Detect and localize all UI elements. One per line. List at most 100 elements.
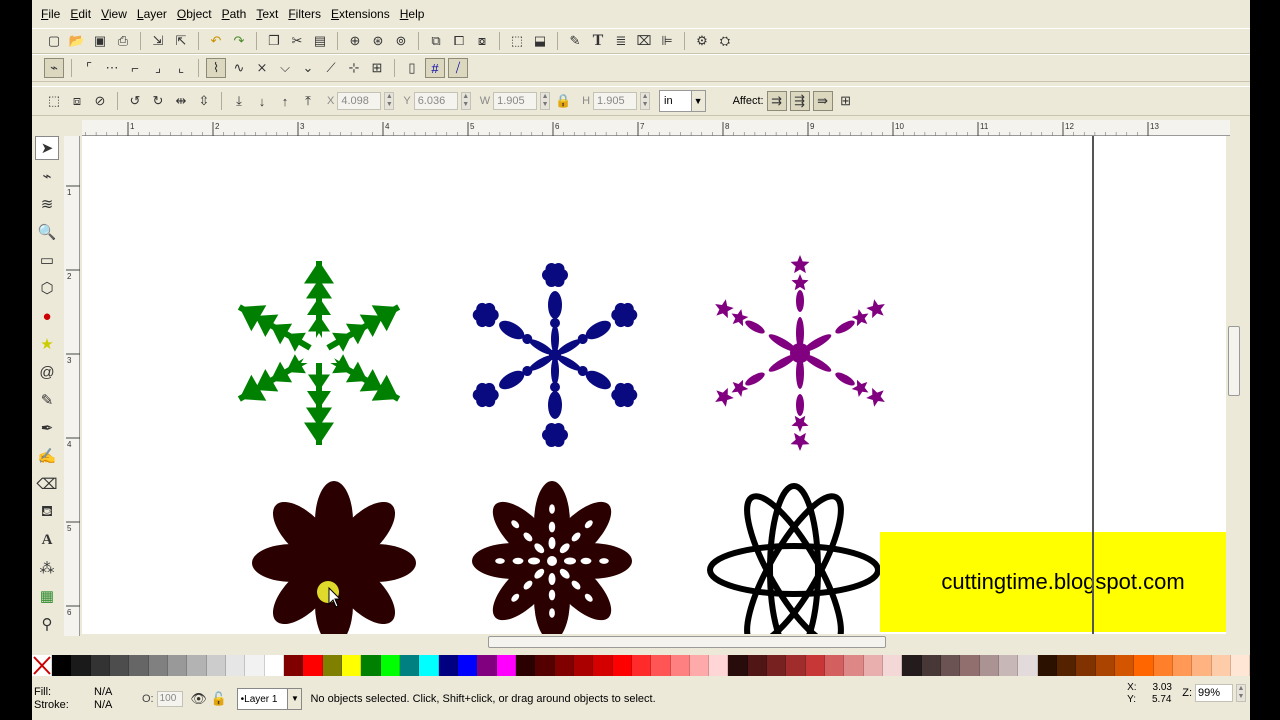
palette-swatch[interactable]: [573, 655, 594, 676]
no-paint-swatch[interactable]: [32, 655, 52, 676]
layer-select[interactable]: •Layer 1 ▼: [236, 688, 303, 710]
duplicate-icon[interactable]: ⧉: [426, 31, 446, 51]
snap-path-icon[interactable]: ∿: [229, 58, 249, 78]
palette-swatch[interactable]: [109, 655, 130, 676]
palette-swatch[interactable]: [496, 655, 516, 676]
layers-icon[interactable]: ≣: [611, 31, 631, 51]
tweak-tool-icon[interactable]: ≋: [35, 192, 59, 216]
flip-horizontal-icon[interactable]: ⇹: [171, 91, 191, 111]
palette-swatch[interactable]: [52, 655, 72, 676]
menu-text[interactable]: Text: [251, 7, 283, 21]
palette-swatch[interactable]: [1211, 655, 1232, 676]
print-icon[interactable]: ⎙: [113, 31, 133, 51]
palette-swatch[interactable]: [709, 655, 729, 676]
ellipse-tool-icon[interactable]: ●: [35, 304, 59, 328]
snap-enable-icon[interactable]: ⌁: [44, 58, 64, 78]
menu-help[interactable]: Help: [395, 7, 430, 21]
palette-swatch[interactable]: [167, 655, 188, 676]
snap-midpoint-icon[interactable]: ⟋: [321, 58, 341, 78]
drawing-canvas[interactable]: cuttingtime.blogspot.com: [82, 136, 1226, 634]
affect-corners-icon[interactable]: ⇶: [789, 91, 810, 111]
palette-swatch[interactable]: [380, 655, 400, 676]
palette-swatch[interactable]: [805, 655, 826, 676]
palette-swatch[interactable]: [960, 655, 980, 676]
save-icon[interactable]: ▣: [90, 31, 110, 51]
snap-intersection-icon[interactable]: ⨯: [252, 58, 272, 78]
palette-swatch[interactable]: [554, 655, 574, 676]
palette-swatch[interactable]: [825, 655, 845, 676]
palette-swatch[interactable]: [883, 655, 903, 676]
unit-select[interactable]: in ▼: [659, 90, 706, 112]
group-icon[interactable]: ⬚: [507, 31, 527, 51]
palette-swatch[interactable]: [651, 655, 671, 676]
x-input[interactable]: 4.098: [337, 92, 382, 110]
palette-swatch[interactable]: [90, 655, 110, 676]
palette-swatch[interactable]: [767, 655, 787, 676]
lower-icon[interactable]: ↓: [252, 91, 272, 111]
w-spinner[interactable]: ▲ ▼: [540, 92, 551, 110]
palette-swatch[interactable]: [1057, 655, 1077, 676]
deselect-icon[interactable]: ⊘: [90, 91, 110, 111]
undo-icon[interactable]: ↶: [206, 31, 226, 51]
ungroup-icon[interactable]: ⬓: [530, 31, 550, 51]
palette-swatch[interactable]: [1115, 655, 1135, 676]
palette-swatch[interactable]: [399, 655, 420, 676]
gradient-tool-icon[interactable]: ▦: [35, 584, 59, 608]
palette-swatch[interactable]: [341, 655, 362, 676]
raise-top-icon[interactable]: ⤒: [298, 91, 318, 111]
affect-gradient-icon[interactable]: ⇛: [812, 91, 833, 111]
green-triangle-snowflake[interactable]: [232, 261, 406, 445]
text-tool-icon[interactable]: A: [35, 528, 59, 552]
opacity-input[interactable]: 100: [156, 691, 183, 707]
pen-tool-icon[interactable]: ✒: [35, 416, 59, 440]
selector-tool-icon[interactable]: ➤: [35, 136, 59, 160]
lock-layer-icon[interactable]: 🔓: [209, 689, 229, 709]
snap-cusp-icon[interactable]: ⌵: [275, 58, 295, 78]
menu-filters[interactable]: Filters: [283, 7, 326, 21]
palette-swatch[interactable]: [1231, 655, 1250, 676]
palette-swatch[interactable]: [1134, 655, 1154, 676]
palette-swatch[interactable]: [979, 655, 1000, 676]
palette-swatch[interactable]: [515, 655, 536, 676]
xml-editor-icon[interactable]: ⌧: [634, 31, 654, 51]
palette-swatch[interactable]: [941, 655, 961, 676]
w-input[interactable]: 1.905: [493, 92, 538, 110]
open-folder-icon[interactable]: 📂: [67, 31, 87, 51]
snap-bbox-midpoint-icon[interactable]: ⌟: [148, 58, 168, 78]
flip-vertical-icon[interactable]: ⇳: [194, 91, 214, 111]
zoom-spinner[interactable]: ▲ ▼: [1236, 684, 1246, 702]
node-tool-icon[interactable]: ⌁: [35, 164, 59, 188]
lock-ratio-icon[interactable]: 🔒: [553, 91, 573, 111]
menu-path[interactable]: Path: [217, 7, 252, 21]
horizontal-scroll-thumb[interactable]: [488, 636, 886, 648]
rectangle-tool-icon[interactable]: ▭: [35, 248, 59, 272]
snap-smooth-icon[interactable]: ⌄: [298, 58, 318, 78]
document-properties-icon[interactable]: ⛭: [715, 31, 735, 51]
palette-swatch[interactable]: [921, 655, 942, 676]
snap-nodes-icon[interactable]: ⌇: [206, 58, 226, 78]
palette-swatch[interactable]: [747, 655, 768, 676]
vertical-guide-line[interactable]: [1092, 136, 1094, 634]
3d-box-tool-icon[interactable]: ⬡: [35, 276, 59, 300]
snap-bbox-center-icon[interactable]: ⌞: [171, 58, 191, 78]
affect-stroke-icon[interactable]: ⇉: [766, 91, 787, 111]
fill-stroke-indicator[interactable]: Fill: N/A Stroke: N/A: [32, 686, 142, 712]
menu-object[interactable]: Object: [172, 7, 217, 21]
new-document-icon[interactable]: ▢: [44, 31, 64, 51]
zoom-input[interactable]: 99%: [1195, 684, 1233, 702]
snap-bbox-edge-icon[interactable]: ⋯: [102, 58, 122, 78]
horizontal-scrollbar[interactable]: [82, 634, 1226, 650]
calligraphy-tool-icon[interactable]: ✍: [35, 444, 59, 468]
rotate-ccw-icon[interactable]: ↺: [125, 91, 145, 111]
palette-swatch[interactable]: [129, 655, 149, 676]
menu-extensions[interactable]: Extensions: [326, 7, 395, 21]
palette-swatch[interactable]: [457, 655, 478, 676]
align-distribute-icon[interactable]: ⊫: [657, 31, 677, 51]
palette-swatch[interactable]: [206, 655, 226, 676]
palette-swatch[interactable]: [245, 655, 265, 676]
snap-bbox-icon[interactable]: ⌜: [79, 58, 99, 78]
snap-page-border-icon[interactable]: ▯: [402, 58, 422, 78]
select-all-icon[interactable]: ⬚: [44, 91, 64, 111]
raise-icon[interactable]: ↑: [275, 91, 295, 111]
dropper-tool-icon[interactable]: ⚲: [35, 612, 59, 636]
